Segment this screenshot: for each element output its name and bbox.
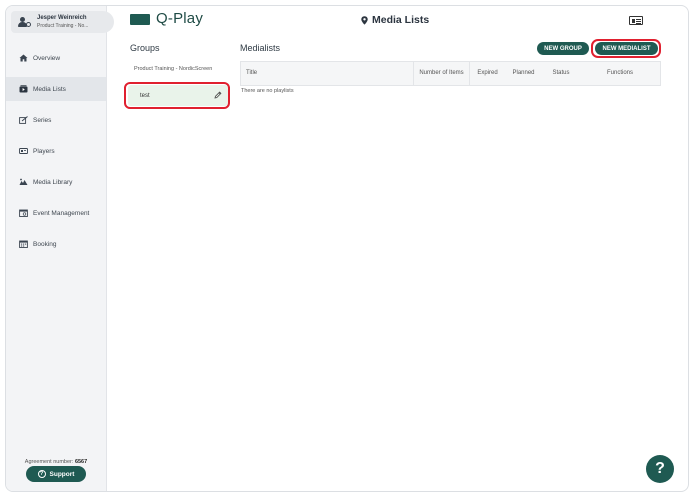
- booking-icon: [19, 240, 28, 248]
- empty-state-text: There are no playlists: [241, 88, 294, 94]
- sidebar-item-label: Series: [33, 116, 52, 124]
- user-settings-icon: [18, 16, 32, 28]
- sidebar-item-label: Media Library: [33, 178, 73, 186]
- group-parent[interactable]: Product Training - NordicScreen: [134, 66, 214, 73]
- medialists-heading: Medialists: [240, 43, 281, 53]
- location-pin-icon: [361, 15, 368, 25]
- support-question-icon: ?: [37, 470, 46, 478]
- logo-mark: [130, 14, 150, 25]
- agreement-label: Agreement number:: [24, 459, 74, 465]
- medialists-table-header: Title Number of Items Expired Planned St…: [240, 61, 661, 86]
- agreement-number: 6567: [74, 459, 88, 465]
- user-name: Jesper Weinreich: [37, 15, 87, 21]
- sidebar-item-media-library[interactable]: Media Library: [6, 170, 106, 194]
- column-title[interactable]: Title: [241, 62, 414, 85]
- column-status[interactable]: Status: [542, 62, 580, 85]
- players-icon: [19, 147, 28, 155]
- home-icon: [19, 54, 28, 62]
- sidebar-item-label: Media Lists: [33, 85, 66, 93]
- page-title-text: Media Lists: [372, 14, 430, 26]
- app-window: Overview Media Lists Series Players Medi…: [5, 5, 689, 492]
- column-expired[interactable]: Expired: [470, 62, 505, 85]
- sidebar-nav: Overview Media Lists Series Players Medi…: [6, 46, 106, 263]
- logo-text: Q-Play: [156, 10, 204, 27]
- media-library-icon: [19, 178, 28, 186]
- column-functions: Functions: [606, 70, 633, 76]
- support-button[interactable]: ? Support: [26, 466, 86, 482]
- sidebar-item-label: Overview: [33, 54, 61, 62]
- user-org: Product Training - No...: [37, 23, 89, 29]
- sidebar-item-event-management[interactable]: Event Management: [6, 201, 106, 225]
- user-menu[interactable]: Jesper Weinreich Product Training - No..…: [11, 11, 114, 33]
- sidebar-item-overview[interactable]: Overview: [6, 46, 106, 70]
- sidebar-item-label: Booking: [33, 240, 57, 248]
- sidebar-item-players[interactable]: Players: [6, 139, 106, 163]
- groups-heading: Groups: [130, 43, 160, 53]
- column-planned[interactable]: Planned: [505, 62, 542, 85]
- highlight-box-group: [124, 82, 230, 109]
- agreement-info: Agreement number: 6567: [6, 459, 106, 465]
- series-icon: [19, 116, 28, 124]
- help-button[interactable]: ?: [646, 455, 674, 483]
- column-number-of-items[interactable]: Number of Items: [414, 62, 470, 85]
- event-icon: [19, 209, 28, 217]
- sidebar-item-media-lists[interactable]: Media Lists: [6, 77, 106, 101]
- sidebar-item-label: Event Management: [33, 209, 90, 217]
- sidebar-item-booking[interactable]: Booking: [6, 232, 106, 256]
- page-title: Media Lists: [361, 14, 429, 26]
- sidebar-item-series[interactable]: Series: [6, 108, 106, 132]
- highlight-box-new-medialist: [591, 39, 661, 58]
- new-group-button[interactable]: NEW GROUP: [537, 42, 589, 55]
- support-label: Support: [49, 470, 75, 478]
- media-list-icon: [19, 85, 28, 93]
- sidebar-item-label: Players: [33, 147, 55, 155]
- sidebar: Overview Media Lists Series Players Medi…: [6, 6, 107, 491]
- id-card-icon[interactable]: [629, 16, 643, 25]
